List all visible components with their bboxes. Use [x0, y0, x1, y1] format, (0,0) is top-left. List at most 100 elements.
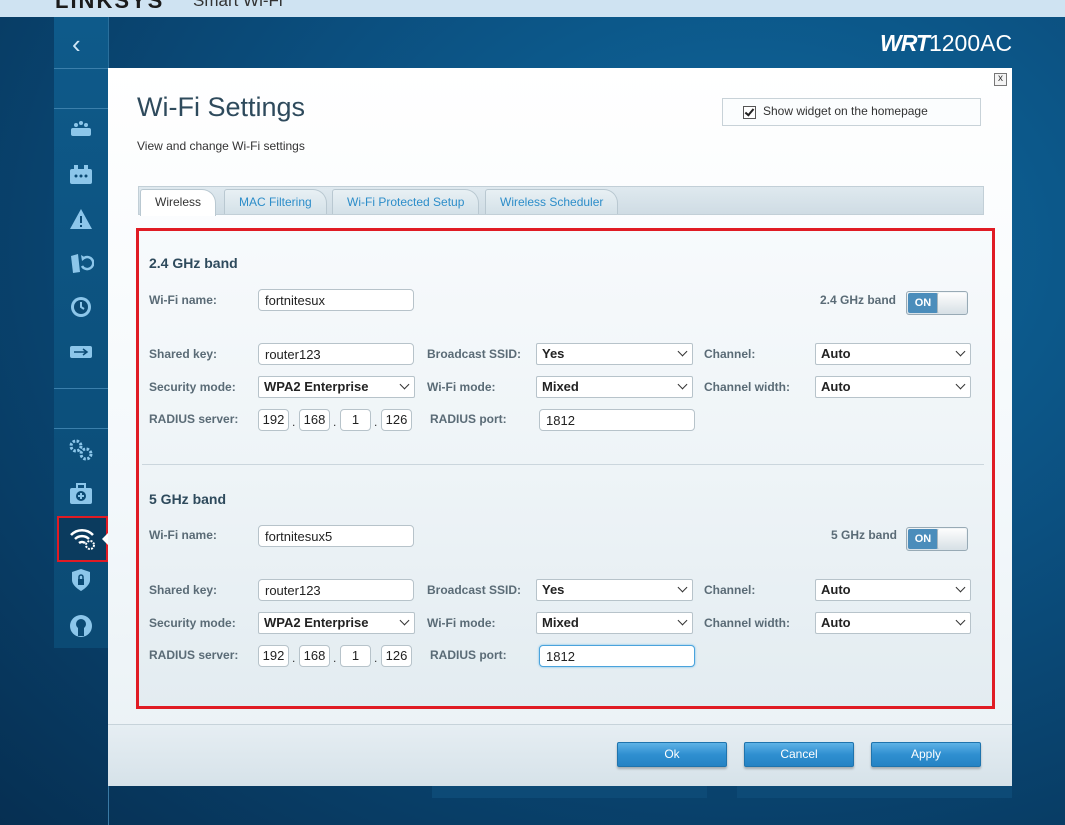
page-subtitle: View and change Wi-Fi settings — [137, 139, 305, 153]
security-mode-24-select[interactable]: WPA2 Enterprise — [258, 376, 415, 398]
broadcast-ssid-24-value: Yes — [542, 346, 565, 361]
security-mode-5-value: WPA2 Enterprise — [264, 615, 369, 630]
channel-label: Channel: — [704, 583, 756, 597]
radius-ip-24-octet-2[interactable]: 168 — [299, 409, 330, 431]
radius-port-24-input[interactable] — [539, 409, 695, 431]
wifi-settings-nav-item[interactable] — [57, 516, 108, 562]
radius-ip-5-octet-2[interactable]: 168 — [299, 645, 330, 667]
usb-icon[interactable] — [66, 337, 96, 367]
toggle-knob — [937, 529, 966, 549]
wifi-name-24-input[interactable] — [258, 289, 414, 311]
show-widget-option[interactable]: Show widget on the homepage — [722, 98, 981, 126]
cancel-button[interactable]: Cancel — [744, 742, 854, 767]
radius-port-label: RADIUS port: — [430, 648, 507, 662]
chevron-down-icon — [955, 379, 966, 390]
band-5-toggle[interactable]: ON — [906, 527, 968, 551]
tab-wireless[interactable]: Wireless — [140, 189, 217, 216]
shared-key-24-input[interactable] — [258, 343, 414, 365]
channel-label: Channel: — [704, 347, 756, 361]
shield-lock-icon[interactable] — [66, 565, 96, 595]
sidebar-divider — [54, 388, 108, 389]
clock-icon[interactable] — [66, 292, 96, 322]
channel-5-value: Auto — [821, 582, 851, 597]
back-arrow-icon[interactable]: ‹ — [72, 31, 81, 57]
shared-key-label: Shared key: — [149, 583, 218, 597]
wifi-name-5-input[interactable] — [258, 525, 414, 547]
radius-ip-24-octet-1[interactable]: 192 — [258, 409, 289, 431]
ip-dot: . — [292, 651, 296, 665]
channel-5-select[interactable]: Auto — [815, 579, 971, 601]
tab-wireless-scheduler[interactable]: Wireless Scheduler — [485, 189, 619, 214]
wifi-mode-24-select[interactable]: Mixed — [536, 376, 693, 398]
channel-width-24-select[interactable]: Auto — [815, 376, 971, 398]
close-icon[interactable]: x — [994, 73, 1007, 86]
shared-key-5-input[interactable] — [258, 579, 414, 601]
chevron-down-icon — [677, 346, 688, 357]
radius-port-5-input[interactable] — [539, 645, 695, 667]
security-mode-5-select[interactable]: WPA2 Enterprise — [258, 612, 415, 634]
chevron-down-icon — [399, 615, 410, 626]
band-24-toggle-label: 2.4 GHz band — [820, 293, 897, 307]
radius-ip-24-octet-4[interactable]: 126 — [381, 409, 412, 431]
channel-width-label: Channel width: — [704, 616, 790, 630]
wifi-mode-24-value: Mixed — [542, 379, 579, 394]
wireless-settings-panel: 2.4 GHz band Wi-Fi name: 2.4 GHz band ON… — [136, 228, 995, 709]
ip-dot: . — [374, 415, 378, 429]
device-list-icon[interactable] — [66, 115, 96, 145]
wifi-name-label: Wi-Fi name: — [149, 293, 217, 307]
broadcast-ssid-24-select[interactable]: Yes — [536, 343, 693, 365]
page-title: Wi-Fi Settings — [137, 92, 306, 122]
band-24-title: 2.4 GHz band — [149, 255, 238, 271]
external-storage-icon[interactable] — [66, 248, 96, 278]
show-widget-label: Show widget on the homepage — [763, 104, 928, 118]
sidebar-divider — [54, 68, 108, 69]
wifi-name-label: Wi-Fi name: — [149, 528, 217, 542]
broadcast-ssid-5-value: Yes — [542, 582, 565, 597]
band-5-toggle-label: 5 GHz band — [831, 528, 898, 542]
chevron-down-icon — [677, 615, 688, 626]
model-name: WRT1200AC — [880, 30, 1012, 57]
first-aid-kit-icon[interactable] — [66, 479, 96, 509]
network-map-icon[interactable] — [66, 160, 96, 190]
channel-24-value: Auto — [821, 346, 851, 361]
tab-bar: Wireless MAC Filtering Wi-Fi Protected S… — [138, 186, 984, 216]
band-divider — [142, 464, 984, 465]
broadcast-ssid-5-select[interactable]: Yes — [536, 579, 693, 601]
radius-ip-5-octet-3[interactable]: 1 — [340, 645, 371, 667]
chevron-down-icon — [677, 379, 688, 390]
apply-button[interactable]: Apply — [871, 742, 981, 767]
ip-dot: . — [292, 415, 296, 429]
wifi-mode-5-select[interactable]: Mixed — [536, 612, 693, 634]
radius-ip-24-octet-3[interactable]: 1 — [340, 409, 371, 431]
shared-key-label: Shared key: — [149, 347, 218, 361]
ip-dot: . — [333, 415, 337, 429]
brand-logo: LINKSYS — [55, 0, 165, 13]
chevron-down-icon — [955, 346, 966, 357]
ok-button[interactable]: Ok — [617, 742, 727, 767]
top-brand-strip: LINKSYS Smart Wi-Fi — [0, 0, 1065, 17]
show-widget-checkbox[interactable] — [743, 106, 756, 119]
warning-icon[interactable] — [66, 204, 96, 234]
channel-24-select[interactable]: Auto — [815, 343, 971, 365]
channel-width-5-select[interactable]: Auto — [815, 612, 971, 634]
toggle-knob — [937, 293, 966, 313]
wifi-mode-5-value: Mixed — [542, 615, 579, 630]
wifi-mode-label: Wi-Fi mode: — [427, 616, 496, 630]
radius-ip-5-octet-1[interactable]: 192 — [258, 645, 289, 667]
chevron-down-icon — [955, 615, 966, 626]
chevron-down-icon — [677, 582, 688, 593]
tab-mac-filtering[interactable]: MAC Filtering — [224, 189, 327, 214]
radius-server-label: RADIUS server: — [149, 412, 239, 426]
background-bar — [432, 785, 707, 798]
toggle-on-text: ON — [908, 293, 938, 313]
channel-width-24-value: Auto — [821, 379, 851, 394]
sidebar-divider — [54, 108, 108, 109]
chevron-down-icon — [399, 379, 410, 390]
gears-icon[interactable] — [66, 435, 96, 465]
band-5-title: 5 GHz band — [149, 491, 227, 507]
band-24-toggle[interactable]: ON — [906, 291, 968, 315]
sidebar-divider — [54, 428, 108, 429]
parental-controls-icon[interactable] — [66, 611, 96, 641]
radius-ip-5-octet-4[interactable]: 126 — [381, 645, 412, 667]
tab-wifi-protected-setup[interactable]: Wi-Fi Protected Setup — [332, 189, 480, 214]
